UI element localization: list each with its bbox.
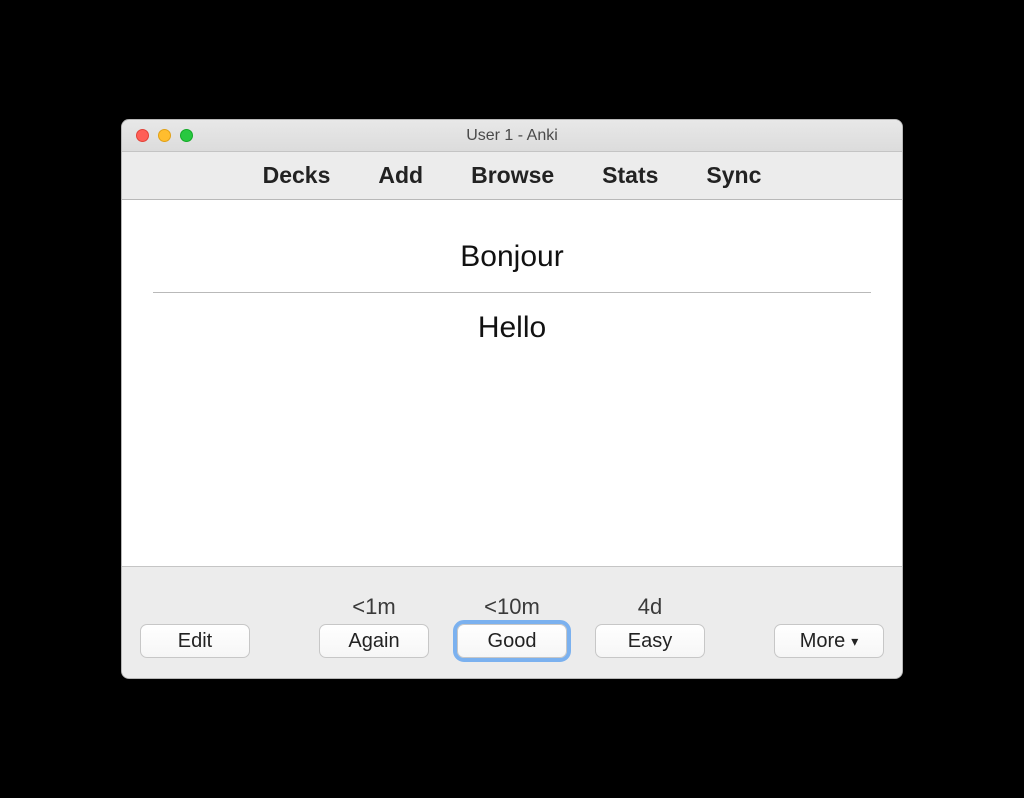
minimize-window-button[interactable] — [158, 129, 171, 142]
interval-easy: 4d — [638, 594, 662, 618]
answer-buttons: <1m Again <10m Good 4d Easy — [272, 594, 752, 658]
titlebar: User 1 - Anki — [122, 120, 902, 152]
bottom-left: Edit — [140, 624, 250, 658]
traffic-lights — [122, 129, 193, 142]
more-button[interactable]: More ▾ — [774, 624, 884, 658]
answer-good-group: <10m Good — [457, 594, 567, 658]
again-button[interactable]: Again — [319, 624, 429, 658]
edit-button[interactable]: Edit — [140, 624, 250, 658]
nav-stats[interactable]: Stats — [602, 162, 658, 189]
more-button-label: More — [800, 630, 846, 653]
nav-add[interactable]: Add — [378, 162, 423, 189]
nav-decks[interactable]: Decks — [263, 162, 331, 189]
good-button[interactable]: Good — [457, 624, 567, 658]
card-area: Bonjour Hello — [122, 200, 902, 566]
answer-easy-group: 4d Easy — [595, 594, 705, 658]
answer-again-group: <1m Again — [319, 594, 429, 658]
top-nav: Decks Add Browse Stats Sync — [122, 152, 902, 200]
card-divider — [153, 292, 871, 293]
card-back: Hello — [478, 299, 546, 357]
zoom-window-button[interactable] — [180, 129, 193, 142]
chevron-down-icon: ▾ — [851, 633, 858, 650]
window-title: User 1 - Anki — [122, 127, 902, 145]
card-front: Bonjour — [460, 228, 563, 286]
easy-button[interactable]: Easy — [595, 624, 705, 658]
bottom-bar: Edit <1m Again <10m Good 4d Easy More ▾ — [122, 566, 902, 678]
nav-sync[interactable]: Sync — [706, 162, 761, 189]
app-window: User 1 - Anki Decks Add Browse Stats Syn… — [121, 119, 903, 679]
bottom-right: More ▾ — [774, 624, 884, 658]
interval-again: <1m — [352, 594, 395, 618]
nav-browse[interactable]: Browse — [471, 162, 554, 189]
close-window-button[interactable] — [136, 129, 149, 142]
interval-good: <10m — [484, 594, 540, 618]
